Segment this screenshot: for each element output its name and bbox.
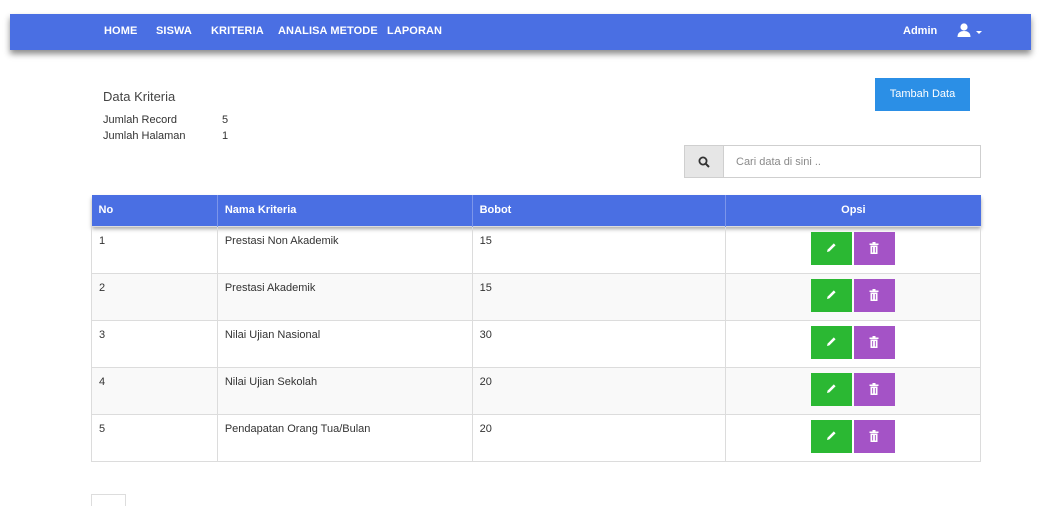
chevron-down-icon [976, 31, 982, 34]
pencil-icon [827, 430, 836, 440]
cell-bobot: 20 [471, 366, 727, 415]
navbar: HOME SISWA KRITERIA ANALISA METODE LAPOR… [10, 14, 1031, 50]
cell-no: 5 [91, 413, 218, 462]
search-icon [698, 156, 710, 168]
header-bobot: Bobot [472, 195, 727, 226]
user-menu-toggle[interactable] [956, 22, 986, 42]
cell-no: 3 [91, 319, 218, 368]
pagination[interactable] [91, 494, 126, 506]
criteria-table: No Nama Kriteria Bobot Opsi 1 Prestasi N… [91, 195, 981, 462]
cell-opsi [725, 225, 981, 274]
delete-button[interactable] [854, 325, 896, 359]
pencil-icon [827, 336, 836, 346]
header-opsi: Opsi [725, 195, 981, 226]
cell-bobot: 15 [471, 225, 727, 274]
search-addon[interactable] [684, 145, 724, 178]
cell-no: 2 [91, 272, 218, 321]
nav-home[interactable]: HOME [104, 25, 137, 37]
header-no: No [91, 195, 218, 226]
record-count-label: Jumlah Record [103, 114, 177, 126]
trash-icon [869, 382, 879, 395]
edit-button[interactable] [811, 278, 853, 312]
nav-analisa-metode[interactable]: ANALISA METODE [278, 25, 378, 37]
table-row: 1 Prestasi Non Akademik 15 [91, 225, 981, 274]
edit-button[interactable] [811, 231, 853, 265]
cell-opsi [725, 319, 981, 368]
cell-opsi [725, 272, 981, 321]
cell-nama: Prestasi Akademik [216, 272, 473, 321]
pencil-icon [827, 289, 836, 299]
trash-icon [869, 241, 879, 254]
delete-button[interactable] [854, 231, 896, 265]
cell-bobot: 30 [471, 319, 727, 368]
page-title: Data Kriteria [103, 89, 176, 104]
cell-no: 4 [91, 366, 218, 415]
page-count-label: Jumlah Halaman [103, 130, 186, 142]
nav-laporan[interactable]: LAPORAN [387, 25, 442, 37]
delete-button[interactable] [854, 372, 896, 406]
cell-no: 1 [91, 225, 218, 274]
cell-nama: Nilai Ujian Nasional [216, 319, 473, 368]
table-row: 4 Nilai Ujian Sekolah 20 [91, 366, 981, 415]
cell-nama: Pendapatan Orang Tua/Bulan [216, 413, 473, 462]
table-header-row: No Nama Kriteria Bobot Opsi [91, 195, 981, 226]
cell-opsi [725, 366, 981, 415]
cell-opsi [725, 413, 981, 462]
table-row: 3 Nilai Ujian Nasional 30 [91, 319, 981, 368]
search-input[interactable] [723, 145, 981, 178]
page-count-value: 1 [222, 130, 229, 142]
edit-button[interactable] [811, 419, 853, 453]
cell-nama: Nilai Ujian Sekolah [216, 366, 473, 415]
table-row: 2 Prestasi Akademik 15 [91, 272, 981, 321]
trash-icon [869, 288, 879, 301]
user-icon [957, 23, 971, 37]
delete-button[interactable] [854, 419, 896, 453]
nav-kriteria[interactable]: KRITERIA [211, 25, 264, 37]
add-data-button[interactable]: Tambah Data [875, 78, 970, 111]
admin-label[interactable]: Admin [903, 25, 937, 37]
pencil-icon [827, 383, 836, 393]
cell-bobot: 15 [471, 272, 727, 321]
header-nama-kriteria: Nama Kriteria [217, 195, 473, 226]
cell-nama: Prestasi Non Akademik [216, 225, 473, 274]
trash-icon [869, 335, 879, 348]
edit-button[interactable] [811, 372, 853, 406]
pencil-icon [827, 242, 836, 252]
table-row: 5 Pendapatan Orang Tua/Bulan 20 [91, 413, 981, 462]
nav-siswa[interactable]: SISWA [156, 25, 192, 37]
cell-bobot: 20 [471, 413, 727, 462]
record-count-value: 5 [222, 114, 229, 126]
delete-button[interactable] [854, 278, 896, 312]
edit-button[interactable] [811, 325, 853, 359]
trash-icon [869, 429, 879, 442]
